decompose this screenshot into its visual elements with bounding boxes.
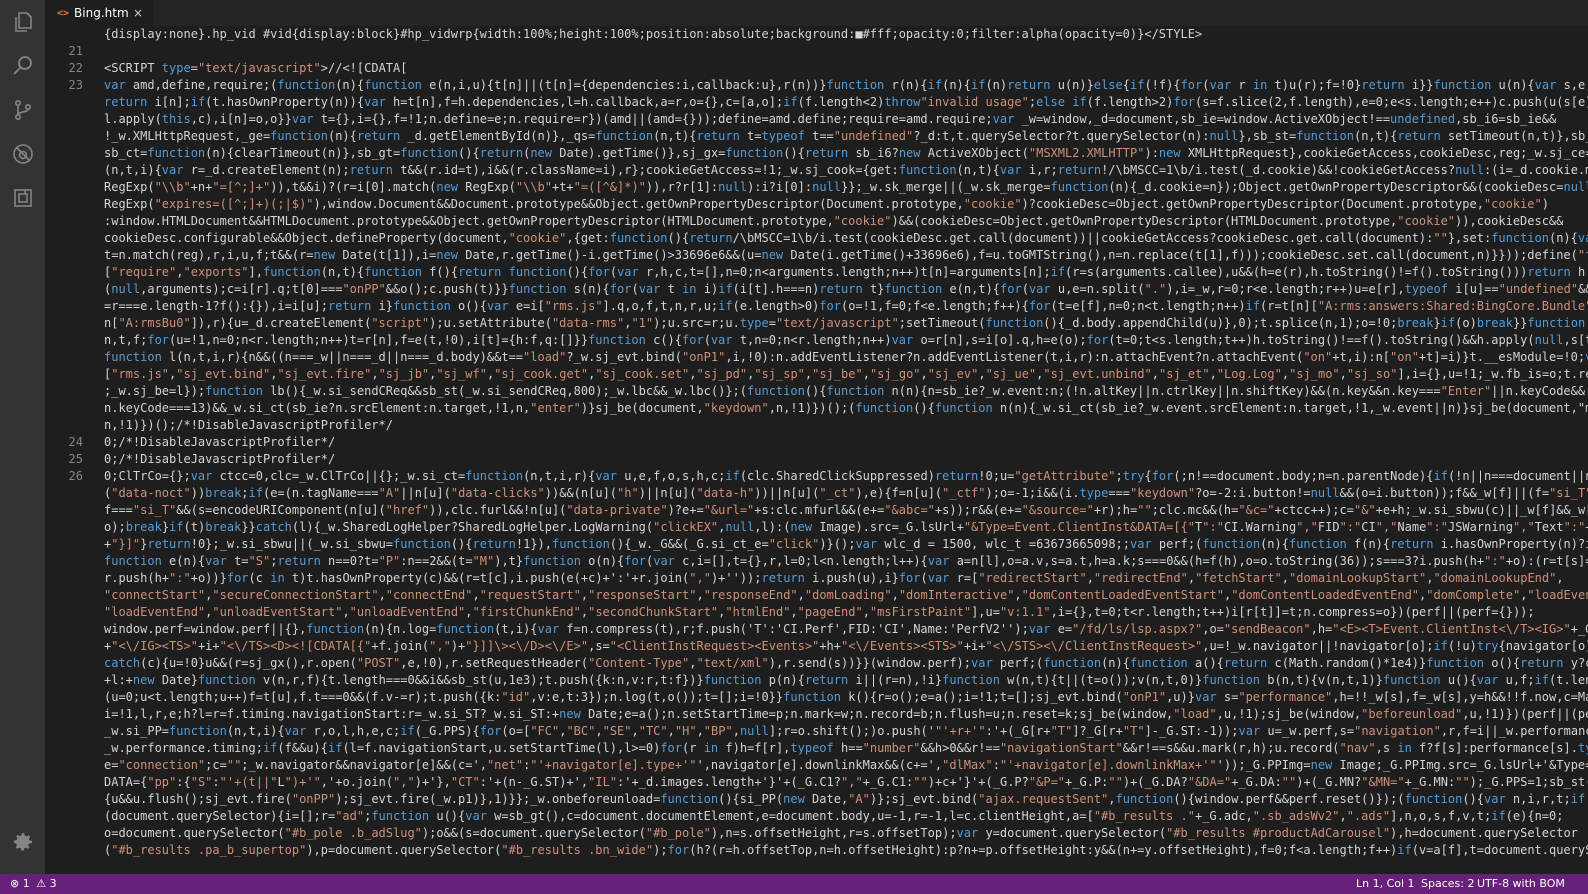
code-line: 0;/*!DisableJavascriptProfiler*/ xyxy=(104,452,336,466)
code-line: +l:+new Date}function v(n,r,f){t.length=… xyxy=(104,673,1588,687)
code-line: function e(n){var t="S";return n==0?t="P… xyxy=(104,554,1588,568)
code-line: ;_w.sj_be=l});function lb(){_w.si_sendCR… xyxy=(104,384,1586,398)
code-line: RegExp("\\b"+n+"=[^;]+")),t&&i)?(r=i[0].… xyxy=(104,180,1588,194)
code-line: o=document.querySelector("#b_pole .b_adS… xyxy=(104,826,1578,840)
line-number-gutter: 21 22 23 24 25 26 xyxy=(45,26,97,874)
warning-icon: ⚠ xyxy=(36,877,47,890)
code-line: +"<\/IG><TS>"+i+"<\/TS><D><![CDATA[{"+f.… xyxy=(104,639,1588,653)
code-line: f==="si_T"&&(s=encodeURIComponent(n[u]("… xyxy=(104,503,1588,517)
tab-label: Bing.htm xyxy=(74,6,129,20)
code-line: 0;/*!DisableJavascriptProfiler*/ xyxy=(104,435,336,449)
settings-button[interactable] xyxy=(0,820,45,864)
line-number: 25 xyxy=(68,452,83,466)
code-line: cookieDesc.configurable&&Object.definePr… xyxy=(104,231,1588,245)
code-line: t=n.match(reg),r,i,u,f;t&&(r=new Date(t[… xyxy=(104,248,1588,262)
source-control-icon xyxy=(14,99,31,120)
status-bar: ⊗ 1 ⚠ 3 Ln 1, Col 1 Spaces: 2 UTF-8 with… xyxy=(0,874,1588,894)
code-line: n.keyCode===13)&&_w.si_ct(sb_ie?n.srcEle… xyxy=(104,401,1588,415)
code-line: l.apply(this,c),i[n]=o,o}}var t={},i={},… xyxy=(104,112,1557,126)
error-icon: ⊗ xyxy=(10,877,20,890)
code-line: :window.HTMLDocument&&HTMLDocument.proto… xyxy=(104,214,1564,228)
extensions-icon xyxy=(13,189,32,207)
extensions-button[interactable] xyxy=(0,176,45,220)
code-line: (n,t,i){var r=_d.createElement(n);return… xyxy=(104,163,1588,177)
code-line: <SCRIPT type="text/javascript">//<![CDAT… xyxy=(104,61,408,75)
code-line: ["require","exports"],function(n,t){func… xyxy=(104,265,1588,279)
tab-bar: <> Bing.htm × xyxy=(45,0,1588,26)
code-line: !_w.XMLHttpRequest,_ge=function(n){retur… xyxy=(104,129,1588,143)
activity-bar xyxy=(0,0,45,874)
code-line: window.perf=window.perf||{},function(n){… xyxy=(104,622,1588,636)
code-line: function l(n,t,i,r){n&&((n===_w||n===_d|… xyxy=(104,350,1588,364)
search-icon xyxy=(12,56,32,75)
code-line: "connectStart","secureConnectionStart","… xyxy=(104,588,1588,602)
code-line: var amd,define,require;(function(n){func… xyxy=(104,78,1588,92)
code-line: (u=0;u<t.length;u++)f=t[u],f.t===0&&(f.v… xyxy=(104,690,1588,704)
code-line: {display:none}.hp_vid #vid{display:block… xyxy=(104,27,1203,41)
code-line: ("data-noct"))break;if(e=(n.tagName==="A… xyxy=(104,486,1588,500)
code-line: r.push(h+":"+o))}for(c in t)t.hasOwnProp… xyxy=(104,571,1564,585)
indentation-setting[interactable]: Spaces: 2 xyxy=(1421,874,1474,894)
code-line: RegExp("expires=([^;]+)(;|$)"),window.Do… xyxy=(104,197,1549,211)
code-line: DATA={"pp":{"S":"'+(t||"L")+'",'+o.join(… xyxy=(104,775,1588,789)
html-file-icon: <> xyxy=(57,7,70,19)
code-line: (document.querySelector){i=[];r="ad";fun… xyxy=(104,809,1564,823)
code-line: sb_ct=function(n){clearTimeout(n)},sb_gt… xyxy=(104,146,1588,160)
code-area[interactable]: {display:none}.hp_vid #vid{display:block… xyxy=(104,26,1588,874)
line-number: 21 xyxy=(68,44,83,58)
code-line: n,t,f;for(u=!1,n=0;n<r.length;n++)t=r[n]… xyxy=(104,333,1588,347)
code-line: ["rms.js","sj_evt.bind","sj_evt.fire","s… xyxy=(104,367,1588,381)
line-number: 26 xyxy=(68,469,83,483)
code-editor[interactable]: 21 22 23 24 25 26 {display:none}.hp_vid #vid{… xyxy=(45,26,1588,874)
code-line: o);break}if(t)break}}catch(l){_w.SharedL… xyxy=(104,520,1588,534)
code-line: return i[n];if(t.hasOwnProperty(n)){var … xyxy=(104,95,1588,109)
cursor-position[interactable]: Ln 1, Col 1 xyxy=(1356,874,1415,894)
code-line: {u&&u.flush();sj_evt.fire("onPP");sj_evt… xyxy=(104,792,1586,806)
line-number: 22 xyxy=(68,61,83,75)
code-line: n,!1)})();/*!DisableJavascriptProfiler*/ xyxy=(104,418,393,432)
line-number: 24 xyxy=(68,435,83,449)
code-line: +"}]"}return!0};_w.si_sbwu||(_w.si_sbwu=… xyxy=(104,537,1588,551)
code-line: "loadEventEnd","unloadEventStart","unloa… xyxy=(104,605,1535,619)
code-line: ("#b_results .pa_b_supertop"),p=document… xyxy=(104,843,1588,857)
source-control-button[interactable] xyxy=(0,88,45,132)
code-line: n["A:rmsBu0"]),r){u=_d.createElement("sc… xyxy=(104,316,1586,330)
error-count: 1 xyxy=(22,877,30,890)
code-line: e="connection";c="";_w.navigator&&naviga… xyxy=(104,758,1588,772)
code-line: =r===e.length-1?f():{}),i=i[u];return i}… xyxy=(104,299,1588,313)
code-line: 0;ClTrCo={};var ctcc=0,clc=_w.ClTrCo||{}… xyxy=(104,469,1588,483)
files-icon xyxy=(14,12,32,32)
search-button[interactable] xyxy=(0,44,45,88)
file-encoding[interactable]: UTF-8 with BOM xyxy=(1477,874,1565,894)
code-line: _w.si_PP=function(n,t,i){var r,o,l,h,e,c… xyxy=(104,724,1588,738)
close-icon[interactable]: × xyxy=(133,6,143,20)
debug-button[interactable] xyxy=(0,132,45,176)
code-line: (null,arguments);c=i[r].q;t[0]==="onPP"&… xyxy=(104,282,1588,296)
gear-icon xyxy=(13,833,32,851)
code-line: i=!1,l,r,e;h?l=r=f.timing.navigationStar… xyxy=(104,707,1588,721)
tab-bing-htm[interactable]: <> Bing.htm × xyxy=(45,0,153,26)
code-line: _w.performance.timing;if(f&&u){if(l=f.na… xyxy=(104,741,1588,755)
line-number: 23 xyxy=(68,78,83,92)
problems-indicator[interactable]: ⊗ 1 ⚠ 3 xyxy=(10,874,57,894)
debug-icon xyxy=(12,144,33,164)
code-line: catch(c){u=!0}u&&(r=sj_gx(),r.open("POST… xyxy=(104,656,1588,670)
warning-count: 3 xyxy=(49,877,57,890)
explorer-button[interactable] xyxy=(0,0,45,44)
